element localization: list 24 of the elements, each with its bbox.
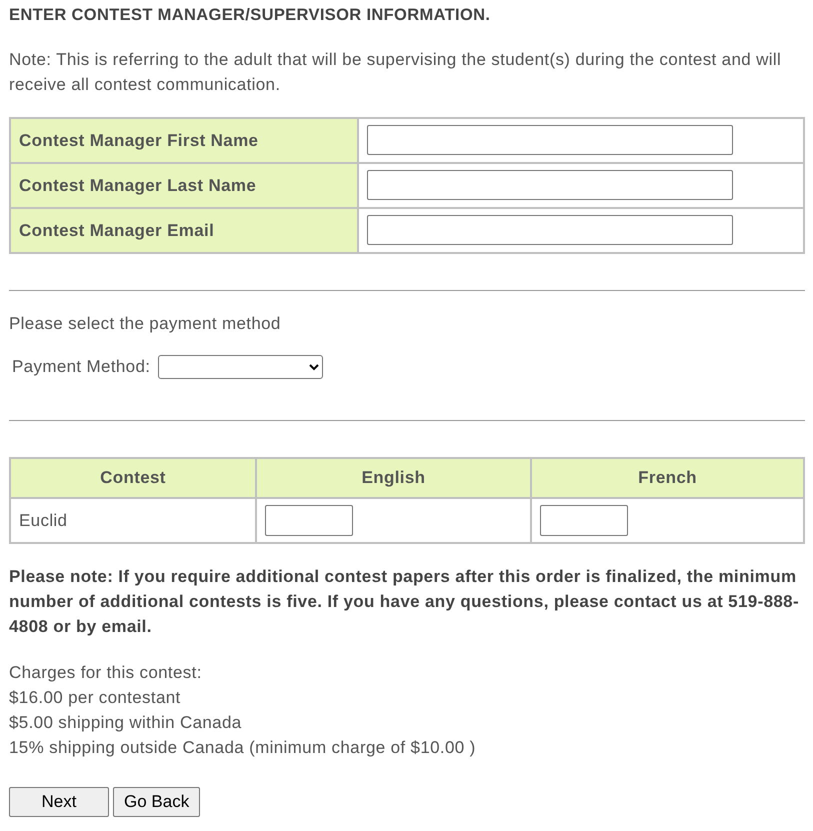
charge-line: Charges for this contest: (9, 662, 203, 684)
text-field[interactable] (367, 125, 733, 156)
back-button[interactable]: Go Back (113, 786, 200, 817)
column-header: English (362, 468, 426, 488)
page-heading: ENTER CONTEST MANAGER/SUPERVISOR INFORMATION. (9, 6, 492, 26)
note-text: Note: This is referring to the adult that will be supervising the student(s) during the contest and will receive all contest communication. (9, 48, 782, 96)
quantity-field[interactable] (265, 504, 353, 536)
text-field[interactable] (367, 215, 733, 246)
charge-line: $5.00 shipping within Canada (9, 712, 243, 734)
payment-prompt: Please select the payment method (9, 312, 282, 335)
quantity-field[interactable] (540, 504, 628, 536)
field-label: Contest Manager Last Name (19, 176, 256, 195)
payment-method-dropdown[interactable] (158, 355, 324, 380)
field-label: Contest Manager Email (19, 220, 214, 240)
notice-text: Please note: If you require additional contest papers after this order is finalized, the minimum number of additional contests is five. If you have any questions, please contact us at 519-888-4808 or by email. (9, 566, 800, 638)
column-header: Contest (100, 468, 166, 488)
next-button[interactable]: Next (9, 786, 109, 817)
column-header: French (638, 468, 697, 488)
charge-line: $16.00 per contestant (9, 686, 182, 709)
text-field[interactable] (367, 170, 733, 200)
table-cell: Euclid (19, 510, 68, 530)
charge-line: 15% shipping outside Canada (minimum charge of $10.00 ) (9, 736, 477, 759)
field-label: Contest Manager First Name (19, 130, 258, 150)
payment-method-label: Payment Method: (12, 356, 150, 378)
